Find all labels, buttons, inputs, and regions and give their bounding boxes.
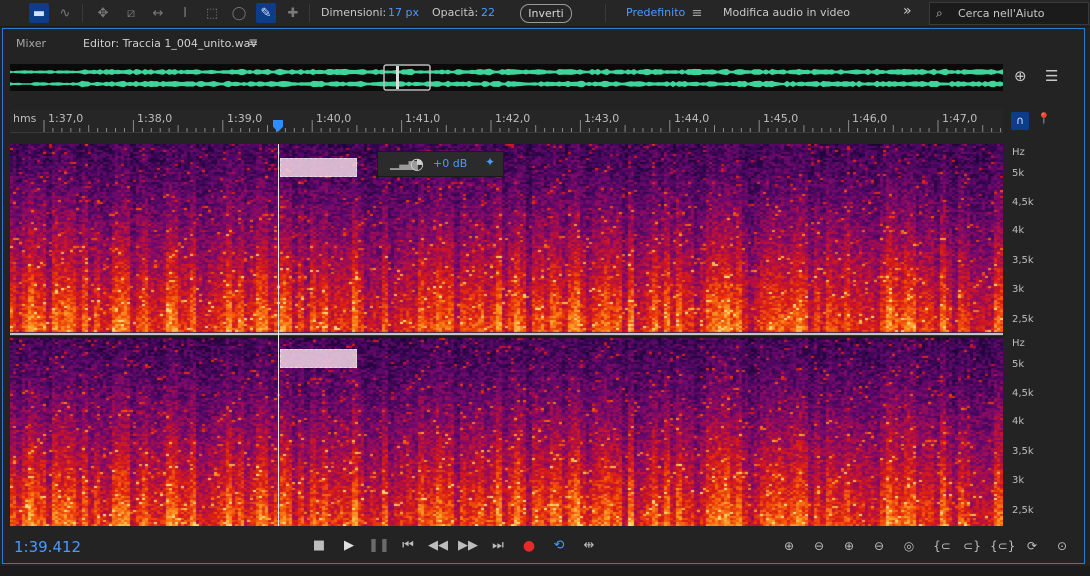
spectrogram-canvas <box>10 144 1003 526</box>
hz-label: 2,5k <box>1012 314 1034 325</box>
workspace-video-tab[interactable]: Modifica audio in video <box>723 6 850 19</box>
zoom-navigator-icon[interactable]: ⊕ <box>1014 67 1027 85</box>
zoom-in-time-icon[interactable]: ⊕ <box>837 536 861 556</box>
stop-icon[interactable]: ■ <box>308 536 330 556</box>
zoom-freq-icon[interactable]: ⊙ <box>1050 536 1074 556</box>
hz-label: 5k <box>1012 168 1025 179</box>
hz-label: 3k <box>1012 284 1025 295</box>
zoom-in-right-icon[interactable]: ⊂} <box>960 536 984 556</box>
loop-icon[interactable]: ⟲ <box>548 536 570 556</box>
zoom-out-full-icon[interactable]: {⊂} <box>990 536 1015 556</box>
opacity-value[interactable]: 22 <box>481 6 495 19</box>
hz-label: 3k <box>1012 475 1025 486</box>
hz-label: 2,5k <box>1012 505 1034 516</box>
marker-pin-icon[interactable]: 📍 <box>1037 112 1051 125</box>
lasso-tool-icon[interactable]: ◯ <box>229 3 249 23</box>
opacity-label: Opacità: <box>432 6 479 19</box>
search-icon: ⌕ <box>936 6 943 20</box>
play-icon[interactable]: ▶ <box>338 536 360 556</box>
go-to-end-icon[interactable]: ⏭ <box>487 536 509 556</box>
hz-label: 4k <box>1012 416 1025 427</box>
spot-healing-icon[interactable]: ✚ <box>283 3 303 23</box>
hz-label: 5k <box>1012 359 1025 370</box>
brush-tool-icon[interactable]: ✎ <box>256 3 276 23</box>
overview-waveform[interactable] <box>10 64 1003 91</box>
size-value[interactable]: 17 px <box>388 6 419 19</box>
brush-selection-bottom[interactable] <box>280 349 357 368</box>
overview-waveform-svg <box>10 64 1003 91</box>
zoom-to-selection-icon[interactable]: ◎ <box>897 536 921 556</box>
zoom-out-amplitude-icon[interactable]: ⊖ <box>807 536 831 556</box>
status-bar <box>0 566 1090 576</box>
frequency-axis[interactable]: Hz 5k 4,5k 4k 3,5k 3k 2,5k Hz 5k 4,5k 4k… <box>1003 144 1036 526</box>
current-time-display[interactable]: 1:39.412 <box>14 538 81 556</box>
toolbar-divider <box>82 4 83 22</box>
top-toolbar: ▬ ∿ ✥ ⧄ ↔ I ⬚ ◯ ✎ ✚ Dimensioni: 17 px Op… <box>0 0 1090 27</box>
fast-forward-icon[interactable]: ▶▶ <box>457 536 479 556</box>
go-to-start-icon[interactable]: ⏮ <box>397 536 419 556</box>
pin-icon[interactable]: ✦ <box>485 155 495 169</box>
time-selection-tool-icon[interactable]: I <box>175 3 195 23</box>
hz-unit-label: Hz <box>1012 147 1025 158</box>
ruler-ticks <box>43 120 1002 132</box>
rewind-icon[interactable]: ◀◀ <box>427 536 449 556</box>
spectral-view-icon[interactable]: ∿ <box>55 3 75 23</box>
gain-knob-icon[interactable]: ◔ <box>410 154 424 173</box>
search-input[interactable]: ⌕ Cerca nell'Aiuto <box>929 2 1089 25</box>
workspace-default-tab[interactable]: Predefinito <box>626 6 685 19</box>
waveform-view-icon[interactable]: ▬ <box>29 3 49 23</box>
gain-hud[interactable]: ▁▃▅ ◔ +0 dB ✦ <box>377 151 504 177</box>
hz-label: 3,5k <box>1012 446 1034 457</box>
spectral-display[interactable] <box>10 144 1003 526</box>
razor-tool-icon[interactable]: ⧄ <box>121 3 141 23</box>
more-workspaces-icon[interactable]: » <box>903 3 912 19</box>
tab-menu-icon[interactable]: ≡ <box>248 35 258 49</box>
zoom-out-time-icon[interactable]: ⊖ <box>867 536 891 556</box>
panel-options-icon[interactable]: ☰ <box>1045 67 1058 85</box>
search-placeholder: Cerca nell'Aiuto <box>958 7 1045 20</box>
marquee-tool-icon[interactable]: ⬚ <box>202 3 222 23</box>
record-icon[interactable]: ● <box>518 536 540 556</box>
gain-value[interactable]: +0 dB <box>433 157 467 170</box>
invert-button[interactable]: Inverti <box>520 4 572 23</box>
toolbar-divider <box>605 4 606 22</box>
tab-editor[interactable]: Editor: Traccia 1_004_unito.wav <box>83 37 257 50</box>
time-ruler[interactable]: hms 1:37,0 1:38,0 1:39,0 1:40,0 1:41,0 1… <box>10 110 1003 133</box>
move-tool-icon[interactable]: ✥ <box>93 3 113 23</box>
playhead-line <box>278 144 279 526</box>
size-label: Dimensioni: <box>321 6 387 19</box>
hz-label: 3,5k <box>1012 255 1034 266</box>
pause-icon[interactable]: ❚❚ <box>368 536 390 556</box>
skip-selection-icon[interactable]: ⇹ <box>578 536 600 556</box>
hz-label: 4,5k <box>1012 197 1034 208</box>
toolbar-divider <box>309 4 310 22</box>
workspace-menu-icon[interactable]: ≡ <box>687 3 707 23</box>
hz-label: 4k <box>1012 225 1025 236</box>
zoom-reset-icon[interactable]: ⟳ <box>1020 536 1044 556</box>
tab-mixer[interactable]: Mixer <box>16 37 46 50</box>
slip-tool-icon[interactable]: ↔ <box>148 3 168 23</box>
zoom-in-left-icon[interactable]: {⊂ <box>930 536 954 556</box>
zoom-in-amplitude-icon[interactable]: ⊕ <box>777 536 801 556</box>
hz-unit-label: Hz <box>1012 338 1025 349</box>
hz-label: 4,5k <box>1012 388 1034 399</box>
snap-magnet-icon[interactable]: ∩ <box>1011 112 1029 130</box>
brush-selection-top[interactable] <box>280 158 357 177</box>
